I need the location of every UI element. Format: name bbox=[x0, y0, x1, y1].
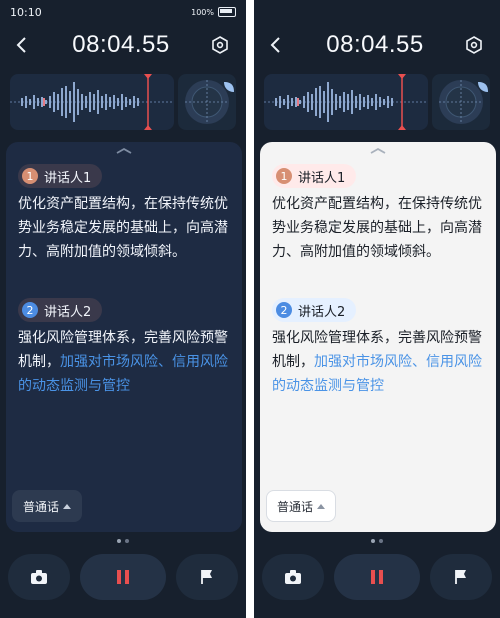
waveform-graphic bbox=[264, 74, 428, 130]
transcript-card: 1 讲话人1 优化资产配置结构，在保持传统优势业务稳定发展的基础上，向高潜力、高… bbox=[260, 142, 496, 532]
page-dot-2 bbox=[379, 539, 383, 543]
battery-icon bbox=[218, 7, 236, 17]
camera-button[interactable] bbox=[262, 554, 324, 600]
comparison-stage: 10:10 100% 08:04.55 1 讲话人1 优化资产配置结构，在保持传… bbox=[0, 0, 500, 618]
collapse-handle-icon[interactable] bbox=[114, 146, 134, 156]
camera-icon bbox=[285, 570, 301, 584]
speaker-tag-1[interactable]: 1 讲话人1 bbox=[18, 164, 102, 188]
settings-icon bbox=[466, 36, 482, 54]
control-bar bbox=[8, 554, 238, 600]
status-bar: 10:10 100% bbox=[0, 0, 246, 24]
flag-button[interactable] bbox=[430, 554, 492, 600]
control-bar bbox=[262, 554, 492, 600]
recording-timer: 08:04.55 bbox=[326, 31, 424, 58]
radar-visual bbox=[439, 80, 488, 124]
top-bar: 08:04.55 bbox=[0, 24, 246, 66]
collapse-handle-icon[interactable] bbox=[368, 146, 388, 156]
speaker-2-text: 强化风险管理体系，完善风险预警机制，加强对市场风险、信用风险的动态监测与管控 bbox=[272, 326, 484, 398]
page-dot-1 bbox=[371, 539, 375, 543]
radar-visual bbox=[185, 80, 234, 124]
speaker-name-1: 讲话人1 bbox=[298, 170, 346, 186]
speaker-tag-2[interactable]: 2 讲话人2 bbox=[272, 298, 356, 322]
audio-visualizer bbox=[178, 74, 236, 130]
back-icon bbox=[16, 37, 26, 53]
speaker-number-2: 2 bbox=[276, 302, 292, 318]
page-dot-2 bbox=[125, 539, 129, 543]
settings-button[interactable] bbox=[462, 33, 486, 57]
pause-icon bbox=[117, 570, 129, 584]
caret-up-icon bbox=[317, 504, 325, 509]
flag-button[interactable] bbox=[176, 554, 238, 600]
speaker-1-text: 优化资产配置结构，在保持传统优势业务稳定发展的基础上，向高潜力、高附加值的领域倾… bbox=[18, 196, 228, 260]
phone-light: 08:04.55 1 讲话人1 优化资产配置结构，在保持传统优势业务稳定发展的基… bbox=[254, 0, 500, 618]
speaker-name-2: 讲话人2 bbox=[44, 304, 92, 320]
speaker-number-1: 1 bbox=[22, 168, 38, 184]
waveform-graphic bbox=[10, 74, 174, 130]
top-bar: 08:04.55 bbox=[254, 24, 500, 66]
pause-button[interactable] bbox=[334, 554, 420, 600]
back-button[interactable] bbox=[10, 33, 34, 57]
speaker-tag-2[interactable]: 2 讲话人2 bbox=[18, 298, 102, 322]
back-icon bbox=[270, 37, 280, 53]
recording-timer: 08:04.55 bbox=[72, 31, 170, 58]
camera-button[interactable] bbox=[8, 554, 70, 600]
speaker-number-2: 2 bbox=[22, 302, 38, 318]
audio-visualizer bbox=[432, 74, 490, 130]
speaker-name-1: 讲话人1 bbox=[44, 170, 92, 186]
settings-button[interactable] bbox=[208, 33, 232, 57]
speaker-tag-1[interactable]: 1 讲话人1 bbox=[272, 164, 356, 188]
speaker-name-2: 讲话人2 bbox=[298, 304, 346, 320]
language-value: 普通话 bbox=[276, 499, 313, 514]
language-value: 普通话 bbox=[22, 499, 59, 514]
status-time: 10:10 bbox=[10, 5, 42, 19]
page-indicator bbox=[117, 539, 129, 543]
waveform-panel[interactable] bbox=[264, 74, 428, 130]
back-button[interactable] bbox=[264, 33, 288, 57]
phone-dark: 10:10 100% 08:04.55 1 讲话人1 优化资产配置结构，在保持传… bbox=[0, 0, 246, 618]
pause-button[interactable] bbox=[80, 554, 166, 600]
battery-percent: 100% bbox=[191, 7, 214, 17]
flag-icon bbox=[201, 570, 212, 584]
camera-icon bbox=[31, 570, 47, 584]
speaker-2-text: 强化风险管理体系，完善风险预警机制，加强对市场风险、信用风险的动态监测与管控 bbox=[18, 326, 230, 398]
language-selector[interactable]: 普通话 bbox=[12, 490, 82, 522]
speaker-number-1: 1 bbox=[276, 168, 292, 184]
settings-icon bbox=[212, 36, 228, 54]
flag-icon bbox=[455, 570, 466, 584]
page-dot-1 bbox=[117, 539, 121, 543]
waveform-panel[interactable] bbox=[10, 74, 174, 130]
page-indicator bbox=[371, 539, 383, 543]
language-selector[interactable]: 普通话 bbox=[266, 490, 336, 522]
battery-indicator: 100% bbox=[191, 7, 236, 17]
caret-up-icon bbox=[63, 504, 71, 509]
speaker-1-text: 优化资产配置结构，在保持传统优势业务稳定发展的基础上，向高潜力、高附加值的领域倾… bbox=[272, 196, 482, 260]
transcript-card: 1 讲话人1 优化资产配置结构，在保持传统优势业务稳定发展的基础上，向高潜力、高… bbox=[6, 142, 242, 532]
pause-icon bbox=[371, 570, 383, 584]
